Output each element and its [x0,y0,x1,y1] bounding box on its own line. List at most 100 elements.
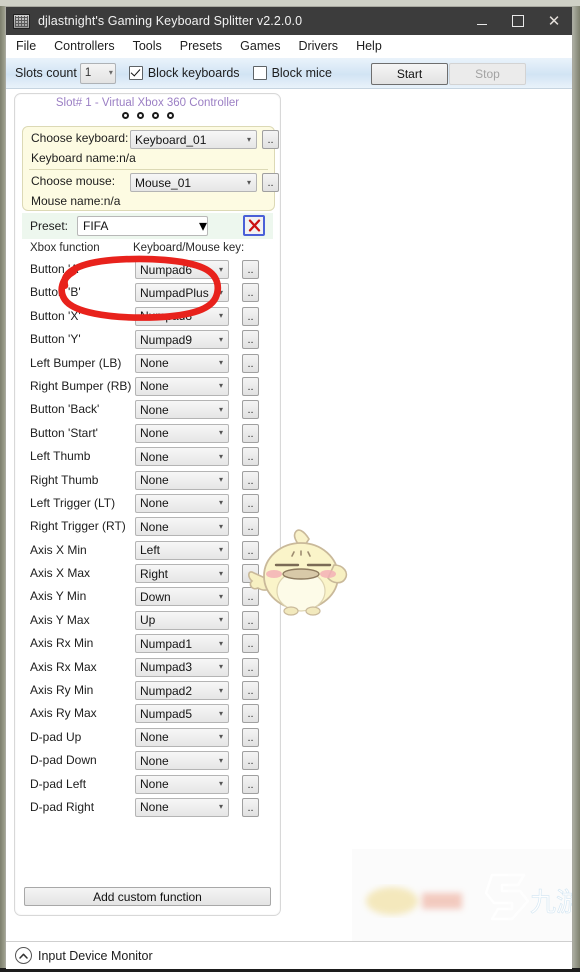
key-dropdown[interactable]: None ▾ [135,517,229,537]
table-row: Button 'B' NumpadPlus ▾.. [23,281,273,304]
key-browse-button[interactable]: .. [242,493,259,513]
keyboard-dropdown[interactable]: Keyboard_01 ▾ [130,130,257,149]
table-row: Right Trigger (RT) None ▾.. [23,515,273,538]
key-browse-button[interactable]: .. [242,306,259,326]
key-browse-button[interactable]: .. [242,797,259,817]
key-dropdown[interactable]: Numpad3 ▾ [135,657,229,677]
key-dropdown[interactable]: None ▾ [135,774,229,794]
key-dropdown[interactable]: None ▾ [135,423,229,443]
key-dropdown[interactable]: None ▾ [135,447,229,467]
key-browse-button[interactable]: .. [242,353,259,373]
key-browse-button[interactable]: .. [242,657,259,677]
stop-button[interactable]: Stop [449,63,526,85]
status-bar: Input Device Monitor [6,941,572,969]
table-row: Button 'Y' Numpad9 ▾.. [23,328,273,351]
chevron-down-icon: ▾ [218,404,223,414]
key-browse-button[interactable]: .. [242,400,259,420]
minimize-button[interactable] [464,7,500,35]
close-button[interactable]: ✕ [536,7,572,35]
delete-preset-button[interactable] [243,215,265,236]
key-dropdown[interactable]: Numpad9 ▾ [135,330,229,350]
chevron-up-icon[interactable] [15,947,32,964]
title-bar[interactable]: djlastnight's Gaming Keyboard Splitter v… [6,7,572,35]
input-device-monitor-label[interactable]: Input Device Monitor [38,949,153,963]
mouse-browse-button[interactable]: .. [262,173,279,192]
key-browse-button[interactable]: .. [242,774,259,794]
checkbox-checked-icon [128,66,143,80]
key-dropdown-value: None [140,402,169,417]
menu-item-controllers[interactable]: Controllers [54,39,114,53]
chevron-down-icon: ▾ [218,381,223,391]
mapping-function-label: Button 'B' [30,285,81,300]
menu-item-file[interactable]: File [16,39,36,53]
key-dropdown[interactable]: Down ▾ [135,587,229,607]
chevron-down-icon: ▾ [246,177,251,187]
table-row: Right Bumper (RB) None ▾.. [23,375,273,398]
mouse-dropdown-value: Mouse_01 [135,175,192,190]
chevron-down-icon: ▾ [218,311,223,321]
chevron-down-icon: ▾ [218,287,223,297]
mapping-function-label: Axis Y Min [30,589,87,604]
keyboard-browse-button[interactable]: .. [262,130,279,149]
key-dropdown[interactable]: NumpadPlus ▾ [135,283,229,303]
key-dropdown[interactable]: Numpad5 ▾ [135,704,229,724]
column-header-function: Xbox function [30,242,100,254]
key-browse-button[interactable]: .. [242,634,259,654]
menu-item-drivers[interactable]: Drivers [298,39,338,53]
key-dropdown[interactable]: Up ▾ [135,610,229,630]
key-browse-button[interactable]: .. [242,727,259,747]
chevron-down-icon: ▾ [218,662,223,672]
slots-count-label: Slots count [15,66,77,80]
key-dropdown-value: Numpad6 [140,262,193,277]
column-header-key: Keyboard/Mouse key: [133,242,245,254]
mouse-dropdown[interactable]: Mouse_01 ▾ [130,173,257,192]
key-dropdown-value: None [140,379,169,394]
key-browse-button[interactable]: .. [242,681,259,701]
key-browse-button[interactable]: .. [242,376,259,396]
add-custom-function-button[interactable]: Add custom function [24,887,271,906]
key-browse-button[interactable]: .. [242,283,259,303]
key-dropdown[interactable]: Right ▾ [135,564,229,584]
watermark: 九游 [352,849,572,941]
key-dropdown-value: Down [140,589,171,604]
key-dropdown[interactable]: Numpad1 ▾ [135,634,229,654]
mapping-function-label: Left Bumper (LB) [30,355,122,370]
key-dropdown[interactable]: None ▾ [135,493,229,513]
key-dropdown-value: None [140,800,169,815]
block-keyboards-checkbox[interactable]: Block keyboards [128,66,240,80]
start-button[interactable]: Start [371,63,448,85]
key-dropdown[interactable]: Left ▾ [135,540,229,560]
menu-item-presets[interactable]: Presets [180,39,222,53]
key-browse-button[interactable]: .. [242,423,259,443]
key-browse-button[interactable]: .. [242,751,259,771]
key-dropdown-value: Numpad5 [140,706,193,721]
key-dropdown[interactable]: None ▾ [135,797,229,817]
key-browse-button[interactable]: .. [242,260,259,279]
key-dropdown[interactable]: Numpad2 ▾ [135,681,229,701]
key-browse-button[interactable]: .. [242,704,259,724]
slots-count-dropdown[interactable]: 1 ▾ [79,62,116,84]
key-dropdown[interactable]: Numpad6 ▾ [135,260,229,279]
mapping-function-label: Right Thumb [30,472,99,487]
keyboard-name-value: n/a [119,151,136,165]
chevron-down-icon: ▾ [218,802,223,812]
key-dropdown[interactable]: None ▾ [135,400,229,420]
mapping-function-label: Left Thumb [30,449,91,464]
key-browse-button[interactable]: .. [242,447,259,467]
key-browse-button[interactable]: .. [242,470,259,490]
key-dropdown[interactable]: Numpad8 ▾ [135,306,229,326]
key-dropdown[interactable]: None ▾ [135,353,229,373]
block-mice-checkbox[interactable]: Block mice [252,66,332,80]
chevron-down-icon: ▾ [218,498,223,508]
key-dropdown[interactable]: None ▾ [135,470,229,490]
menu-item-tools[interactable]: Tools [133,39,162,53]
menu-item-help[interactable]: Help [356,39,382,53]
maximize-button[interactable] [500,7,536,35]
key-dropdown[interactable]: None ▾ [135,727,229,747]
key-dropdown[interactable]: None ▾ [135,376,229,396]
preset-dropdown[interactable]: FIFA ▾ [77,216,208,236]
key-dropdown[interactable]: None ▾ [135,751,229,771]
menu-item-games[interactable]: Games [240,39,280,53]
key-browse-button[interactable]: .. [242,330,259,350]
table-row: Button 'Back' None ▾.. [23,398,273,421]
